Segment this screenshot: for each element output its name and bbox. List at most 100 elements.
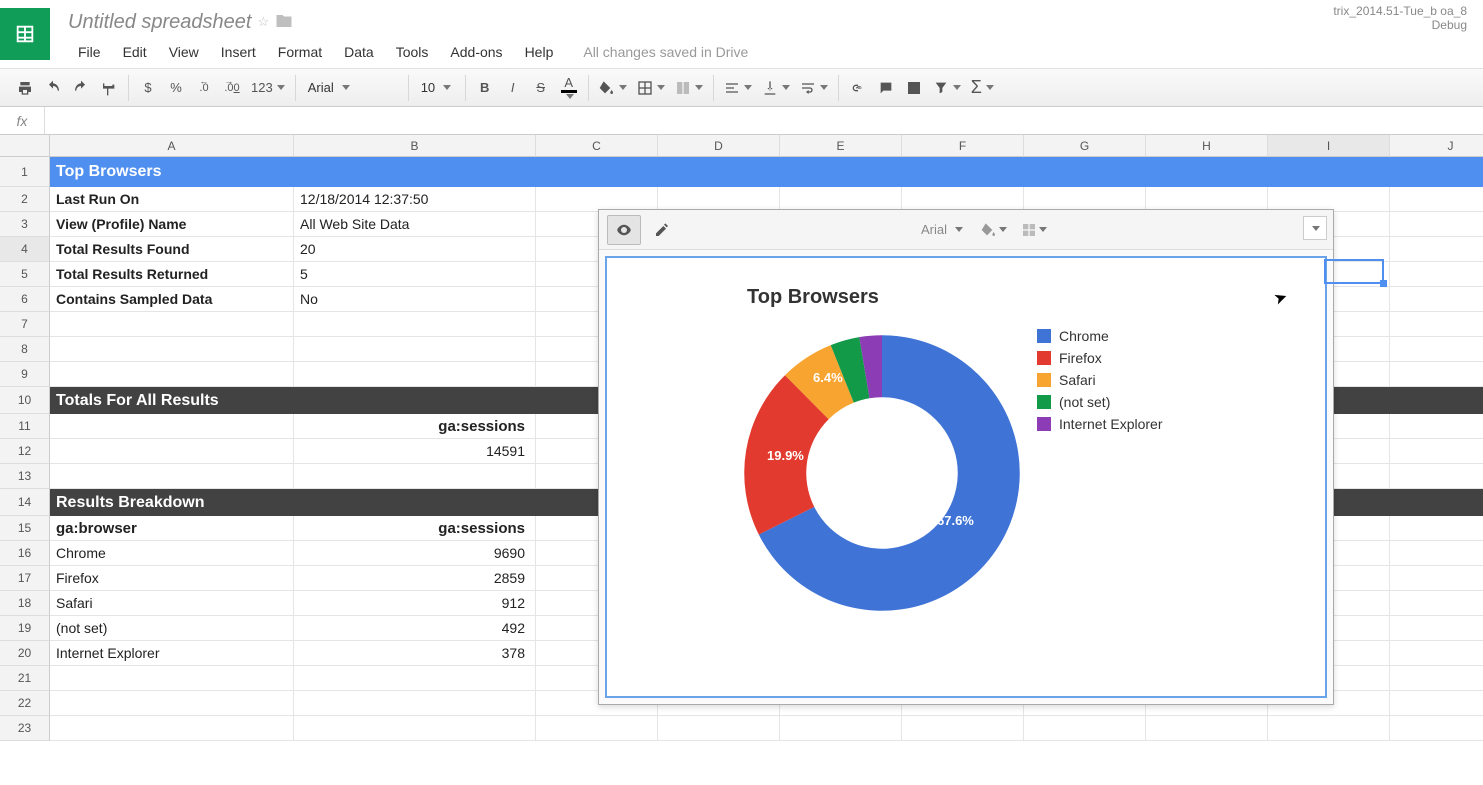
paint-format-icon[interactable] (96, 75, 122, 101)
fill-color-button[interactable] (595, 75, 631, 101)
cell[interactable] (1390, 237, 1483, 262)
menu-addons[interactable]: Add-ons (440, 40, 512, 64)
row-header[interactable]: 3 (0, 212, 50, 237)
cell[interactable]: Total Results Found (50, 237, 294, 262)
chart-fill-color-icon[interactable] (977, 215, 1011, 245)
col-header-j[interactable]: J (1390, 135, 1483, 157)
cell[interactable]: 9690 (294, 541, 536, 566)
cell[interactable]: 20 (294, 237, 536, 262)
filter-icon[interactable] (929, 75, 965, 101)
cell[interactable] (294, 691, 536, 716)
row-header[interactable]: 14 (0, 489, 50, 516)
insert-comment-icon[interactable] (873, 75, 899, 101)
chart-body[interactable]: Top Browsers 67.6% 19.9% 6.4% Chrome Fir… (605, 256, 1327, 698)
menu-view[interactable]: View (159, 40, 209, 64)
col-header-d[interactable]: D (658, 135, 780, 157)
chart-view-mode-icon[interactable] (607, 215, 641, 245)
row-header[interactable]: 19 (0, 616, 50, 641)
cell[interactable] (536, 716, 658, 741)
cell[interactable] (1268, 716, 1390, 741)
row-header[interactable]: 15 (0, 516, 50, 541)
text-wrap-button[interactable] (796, 75, 832, 101)
cell[interactable] (1390, 287, 1483, 312)
cell[interactable] (1390, 516, 1483, 541)
print-icon[interactable] (12, 75, 38, 101)
cell[interactable] (1390, 666, 1483, 691)
cell[interactable] (294, 337, 536, 362)
cell[interactable]: 492 (294, 616, 536, 641)
format-percent-button[interactable]: % (163, 75, 189, 101)
formula-input[interactable] (44, 107, 1483, 134)
folder-icon[interactable] (275, 12, 293, 33)
row-header[interactable]: 18 (0, 591, 50, 616)
font-size-select[interactable]: 10 (415, 75, 459, 101)
col-header-b[interactable]: B (294, 135, 536, 157)
row-header[interactable]: 11 (0, 414, 50, 439)
doc-title[interactable]: Untitled spreadsheet (68, 11, 251, 34)
cell[interactable]: 5 (294, 262, 536, 287)
cell[interactable] (1390, 616, 1483, 641)
cell[interactable] (1390, 187, 1483, 212)
cell[interactable] (780, 716, 902, 741)
cell[interactable] (1390, 464, 1483, 489)
star-icon[interactable]: ☆ (257, 14, 269, 30)
cell[interactable] (50, 691, 294, 716)
row-header[interactable]: 9 (0, 362, 50, 387)
selection-handle-icon[interactable] (1380, 280, 1387, 287)
cell[interactable]: Safari (50, 591, 294, 616)
cell[interactable] (50, 337, 294, 362)
chart-layout-icon[interactable] (1017, 215, 1051, 245)
row-header[interactable]: 6 (0, 287, 50, 312)
cell[interactable] (1390, 439, 1483, 464)
cell[interactable] (294, 464, 536, 489)
cell[interactable]: Internet Explorer (50, 641, 294, 666)
merge-cells-button[interactable] (671, 75, 707, 101)
cell[interactable] (50, 716, 294, 741)
cell[interactable] (50, 312, 294, 337)
cell[interactable] (294, 312, 536, 337)
chart-font-select[interactable]: Arial (913, 216, 971, 244)
cell[interactable] (1390, 337, 1483, 362)
menu-insert[interactable]: Insert (211, 40, 266, 64)
borders-button[interactable] (633, 75, 669, 101)
row-header[interactable]: 21 (0, 666, 50, 691)
row-header[interactable]: 7 (0, 312, 50, 337)
font-select[interactable]: Arial (302, 75, 402, 101)
undo-icon[interactable] (40, 75, 66, 101)
row-header[interactable]: 16 (0, 541, 50, 566)
cell[interactable] (1146, 716, 1268, 741)
col-header-g[interactable]: G (1024, 135, 1146, 157)
more-formats-button[interactable]: 123 (247, 75, 289, 101)
cell[interactable] (294, 666, 536, 691)
menu-file[interactable]: File (68, 40, 111, 64)
cell[interactable] (50, 362, 294, 387)
redo-icon[interactable] (68, 75, 94, 101)
cell[interactable]: All Web Site Data (294, 212, 536, 237)
bold-button[interactable]: B (472, 75, 498, 101)
cell[interactable]: (not set) (50, 616, 294, 641)
text-color-button[interactable]: A (556, 75, 582, 101)
embedded-chart[interactable]: Arial Top Browsers 67.6% 19.9% 6.4% Chro… (598, 209, 1334, 705)
cell[interactable]: No (294, 287, 536, 312)
cell[interactable]: 912 (294, 591, 536, 616)
cell[interactable]: Chrome (50, 541, 294, 566)
cell[interactable] (1390, 716, 1483, 741)
row-header[interactable]: 8 (0, 337, 50, 362)
col-header-a[interactable]: A (50, 135, 294, 157)
row-header[interactable]: 17 (0, 566, 50, 591)
cell[interactable] (1390, 591, 1483, 616)
cell[interactable]: Last Run On (50, 187, 294, 212)
col-header-f[interactable]: F (902, 135, 1024, 157)
cell[interactable]: 2859 (294, 566, 536, 591)
cell[interactable] (294, 716, 536, 741)
row-header[interactable]: 1 (0, 157, 50, 187)
cell[interactable] (1390, 541, 1483, 566)
banner-top-browsers[interactable]: Top Browsers (50, 157, 1483, 187)
cell[interactable]: ga:sessions (294, 516, 536, 541)
valign-button[interactable] (758, 75, 794, 101)
cell[interactable]: View (Profile) Name (50, 212, 294, 237)
cell[interactable]: 12/18/2014 12:37:50 (294, 187, 536, 212)
row-header[interactable]: 13 (0, 464, 50, 489)
cell[interactable] (902, 716, 1024, 741)
sheet-area[interactable]: A B C D E F G H I J 1 Top Browsers 2 Las… (0, 135, 1483, 785)
